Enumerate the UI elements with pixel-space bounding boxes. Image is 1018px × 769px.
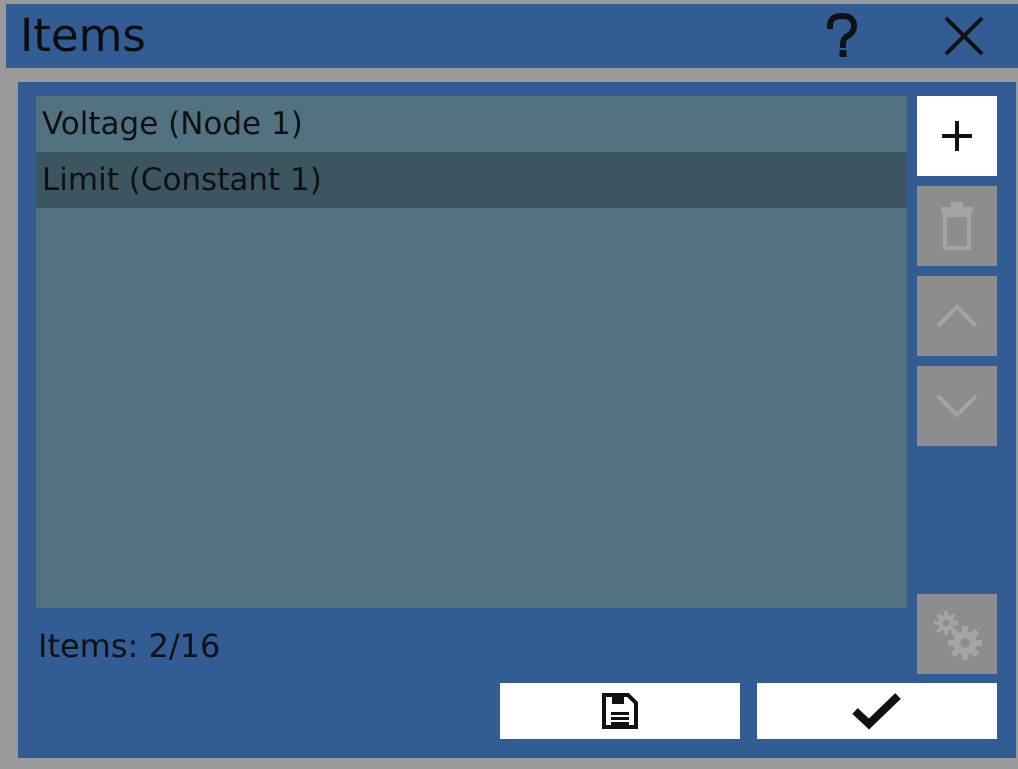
main-panel: Voltage (Node 1) Limit (Constant 1) Item… bbox=[18, 82, 1016, 758]
plus-icon bbox=[942, 121, 972, 151]
trash-icon bbox=[941, 202, 973, 250]
chevron-down-icon bbox=[936, 394, 978, 418]
confirm-button[interactable] bbox=[757, 683, 997, 739]
delete-item-button[interactable] bbox=[917, 186, 997, 266]
settings-button[interactable] bbox=[917, 594, 997, 674]
close-x-icon bbox=[944, 16, 984, 56]
list-item-voltage[interactable]: Voltage (Node 1) bbox=[36, 96, 907, 152]
items-list[interactable]: Voltage (Node 1) Limit (Constant 1) bbox=[36, 96, 907, 608]
gears-icon bbox=[934, 611, 982, 660]
items-count-label: Items: 2/16 bbox=[38, 627, 221, 665]
help-button[interactable] bbox=[812, 8, 872, 64]
checkmark-icon bbox=[852, 693, 901, 730]
close-button[interactable] bbox=[934, 8, 994, 64]
add-item-button[interactable] bbox=[917, 96, 997, 176]
chevron-up-icon bbox=[936, 304, 978, 328]
title-bar: Items bbox=[6, 4, 1018, 68]
window-title: Items bbox=[20, 9, 146, 62]
save-button[interactable] bbox=[500, 683, 740, 739]
floppy-save-icon bbox=[602, 693, 638, 729]
question-mark-icon bbox=[826, 12, 858, 57]
move-up-button[interactable] bbox=[917, 276, 997, 356]
list-item-limit[interactable]: Limit (Constant 1) bbox=[36, 152, 907, 208]
move-down-button[interactable] bbox=[917, 366, 997, 446]
